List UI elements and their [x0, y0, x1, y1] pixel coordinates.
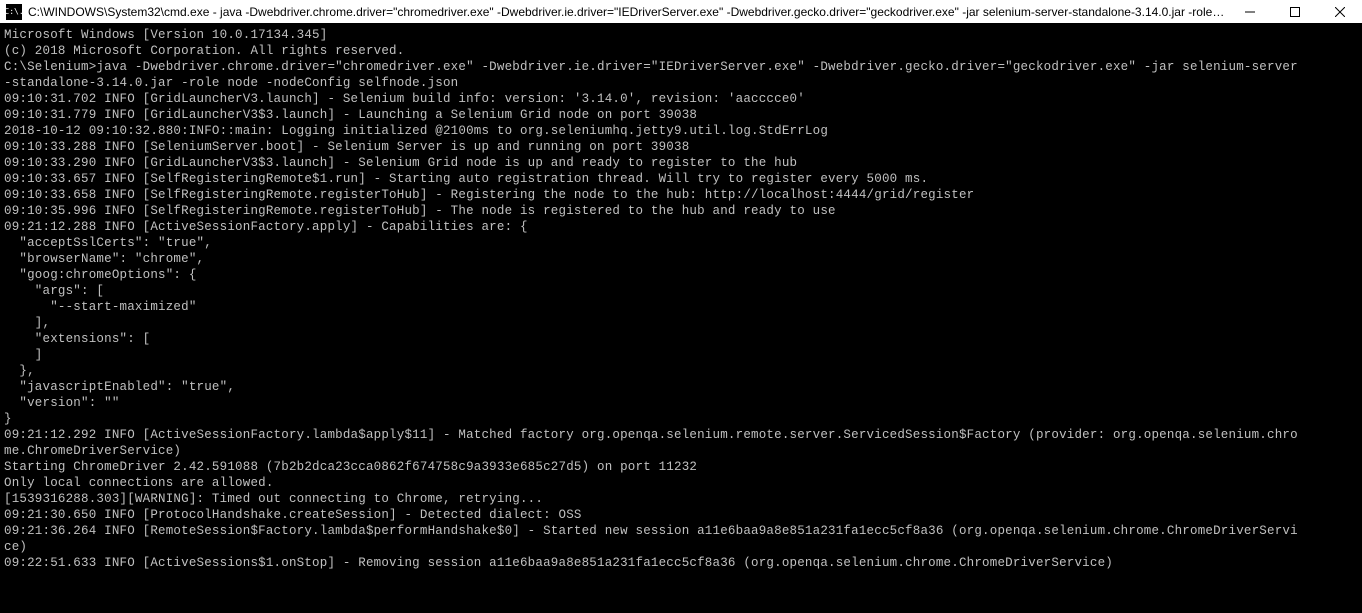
terminal-line: ] [4, 347, 1360, 363]
terminal-line: (c) 2018 Microsoft Corporation. All righ… [4, 43, 1360, 59]
window-title: C:\WINDOWS\System32\cmd.exe - java -Dweb… [28, 5, 1227, 19]
terminal-line: 09:10:33.288 INFO [SeleniumServer.boot] … [4, 139, 1360, 155]
terminal-line: 09:10:33.290 INFO [GridLauncherV3$3.laun… [4, 155, 1360, 171]
terminal-line: 09:21:12.288 INFO [ActiveSessionFactory.… [4, 219, 1360, 235]
window-titlebar[interactable]: C:\. C:\WINDOWS\System32\cmd.exe - java … [0, 0, 1362, 23]
terminal-line: 09:21:36.264 INFO [RemoteSession$Factory… [4, 523, 1360, 539]
terminal-line: "version": "" [4, 395, 1360, 411]
minimize-button[interactable] [1227, 0, 1272, 23]
terminal-line: [1539316288.303][WARNING]: Timed out con… [4, 491, 1360, 507]
terminal-line: Only local connections are allowed. [4, 475, 1360, 491]
terminal-line: "acceptSslCerts": "true", [4, 235, 1360, 251]
terminal-line: }, [4, 363, 1360, 379]
terminal-line: "goog:chromeOptions": { [4, 267, 1360, 283]
terminal-line: ], [4, 315, 1360, 331]
terminal-line: "browserName": "chrome", [4, 251, 1360, 267]
cmd-icon: C:\. [6, 4, 22, 20]
terminal-line: } [4, 411, 1360, 427]
terminal-line: 09:10:33.657 INFO [SelfRegisteringRemote… [4, 171, 1360, 187]
terminal-line: 09:10:33.658 INFO [SelfRegisteringRemote… [4, 187, 1360, 203]
terminal-line: C:\Selenium>java -Dwebdriver.chrome.driv… [4, 59, 1360, 75]
terminal-line: 09:10:35.996 INFO [SelfRegisteringRemote… [4, 203, 1360, 219]
terminal-line: 09:22:51.633 INFO [ActiveSessions$1.onSt… [4, 555, 1360, 571]
terminal-line: 09:21:30.650 INFO [ProtocolHandshake.cre… [4, 507, 1360, 523]
terminal-line: 09:10:31.779 INFO [GridLauncherV3$3.laun… [4, 107, 1360, 123]
terminal-line: "args": [ [4, 283, 1360, 299]
terminal-line: "javascriptEnabled": "true", [4, 379, 1360, 395]
terminal-line: "--start-maximized" [4, 299, 1360, 315]
close-button[interactable] [1317, 0, 1362, 23]
maximize-button[interactable] [1272, 0, 1317, 23]
window-controls [1227, 0, 1362, 23]
terminal-line: ce) [4, 539, 1360, 555]
terminal-line: 09:10:31.702 INFO [GridLauncherV3.launch… [4, 91, 1360, 107]
terminal-line: 2018-10-12 09:10:32.880:INFO::main: Logg… [4, 123, 1360, 139]
terminal-line: Microsoft Windows [Version 10.0.17134.34… [4, 27, 1360, 43]
terminal-output[interactable]: Microsoft Windows [Version 10.0.17134.34… [0, 23, 1362, 573]
terminal-line: Starting ChromeDriver 2.42.591088 (7b2b2… [4, 459, 1360, 475]
terminal-line: me.ChromeDriverService) [4, 443, 1360, 459]
terminal-line: 09:21:12.292 INFO [ActiveSessionFactory.… [4, 427, 1360, 443]
terminal-line: -standalone-3.14.0.jar -role node -nodeC… [4, 75, 1360, 91]
terminal-line: "extensions": [ [4, 331, 1360, 347]
